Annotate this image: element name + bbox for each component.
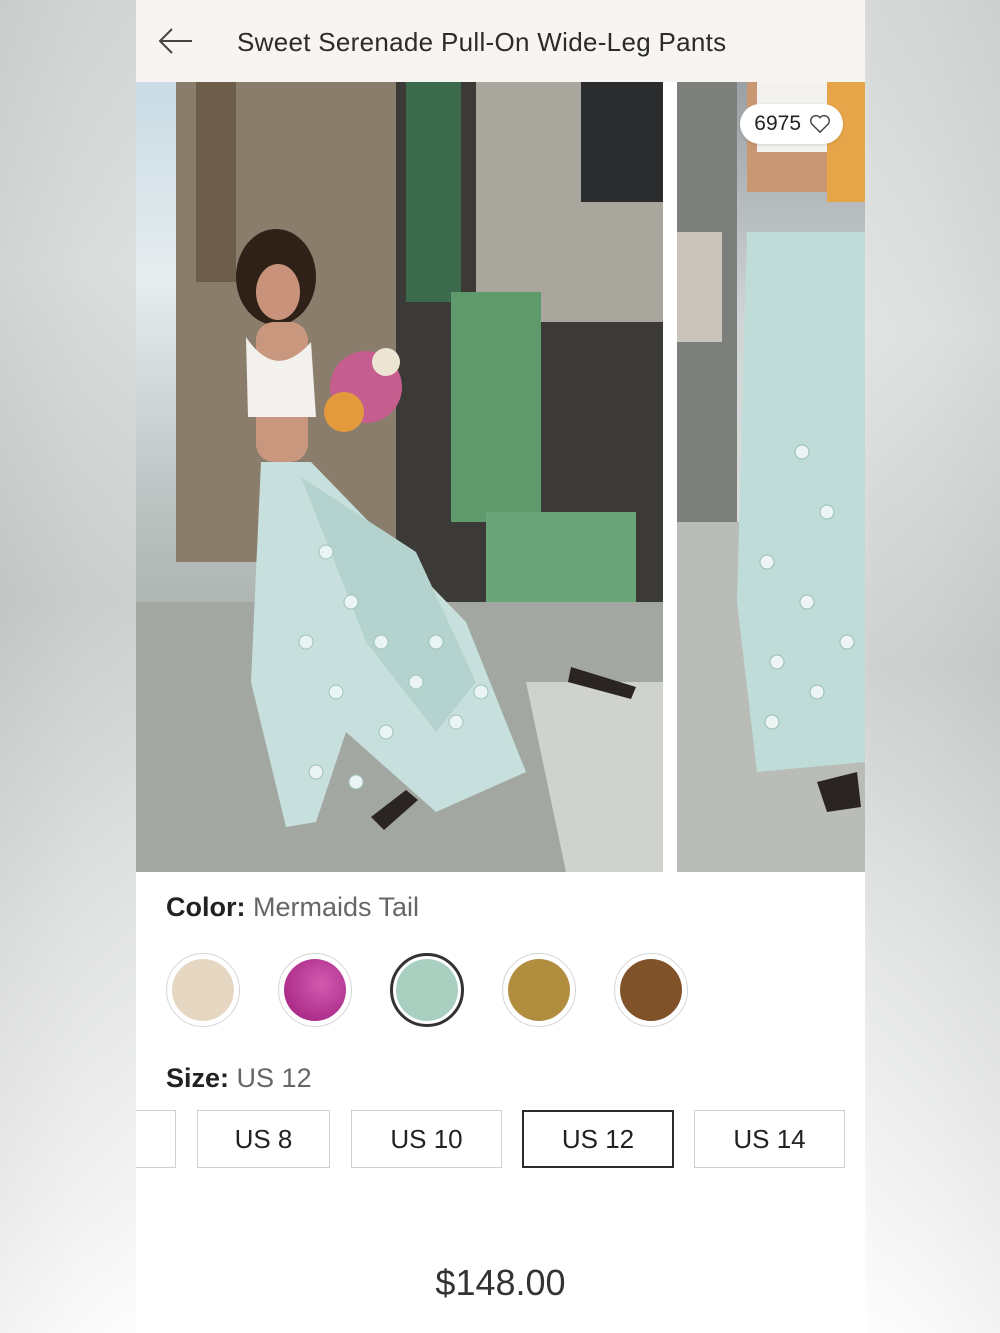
size-selected-value: US 12 xyxy=(236,1063,312,1093)
swatch-brown[interactable] xyxy=(614,953,688,1027)
page-title: Sweet Serenade Pull-On Wide-Leg Pants xyxy=(237,27,727,57)
heart-icon xyxy=(810,114,830,134)
product-price: $148.00 xyxy=(435,1262,566,1303)
likes-count: 6975 xyxy=(754,112,801,135)
image-gallery[interactable]: 6975 xyxy=(136,82,865,872)
size-option-us-12[interactable]: US 12 xyxy=(522,1110,674,1168)
size-label: Size: US 12 xyxy=(166,1063,312,1094)
product-photo-main[interactable] xyxy=(136,82,663,872)
header-bar: Sweet Serenade Pull-On Wide-Leg Pants xyxy=(136,0,865,82)
color-selected-value: Mermaids Tail xyxy=(253,892,420,922)
color-label: Color: Mermaids Tail xyxy=(166,892,419,923)
color-label-title: Color: xyxy=(166,892,246,922)
background-left xyxy=(0,0,136,1333)
background-right xyxy=(864,0,1000,1333)
size-option-us-14[interactable]: US 14 xyxy=(694,1110,845,1168)
swatch-brown-fill xyxy=(620,959,682,1021)
product-page: Sweet Serenade Pull-On Wide-Leg Pants 69… xyxy=(136,0,865,1333)
back-arrow-icon[interactable] xyxy=(158,27,194,55)
swatch-magenta-fill xyxy=(284,959,346,1021)
size-option-us-10[interactable]: US 10 xyxy=(351,1110,502,1168)
swatch-mermaids-tail[interactable] xyxy=(390,953,464,1027)
swatch-mermaids-tail-fill xyxy=(396,959,458,1021)
swatch-gold[interactable] xyxy=(502,953,576,1027)
size-option-us-8[interactable]: US 8 xyxy=(197,1110,330,1168)
like-button[interactable]: 6975 xyxy=(740,104,843,144)
swatch-cream[interactable] xyxy=(166,953,240,1027)
swatch-magenta[interactable] xyxy=(278,953,352,1027)
swatch-cream-fill xyxy=(172,959,234,1021)
swatch-gold-fill xyxy=(508,959,570,1021)
product-photo-secondary[interactable]: 6975 xyxy=(677,82,865,872)
size-option-partial[interactable] xyxy=(136,1110,176,1168)
size-label-title: Size: xyxy=(166,1063,230,1093)
